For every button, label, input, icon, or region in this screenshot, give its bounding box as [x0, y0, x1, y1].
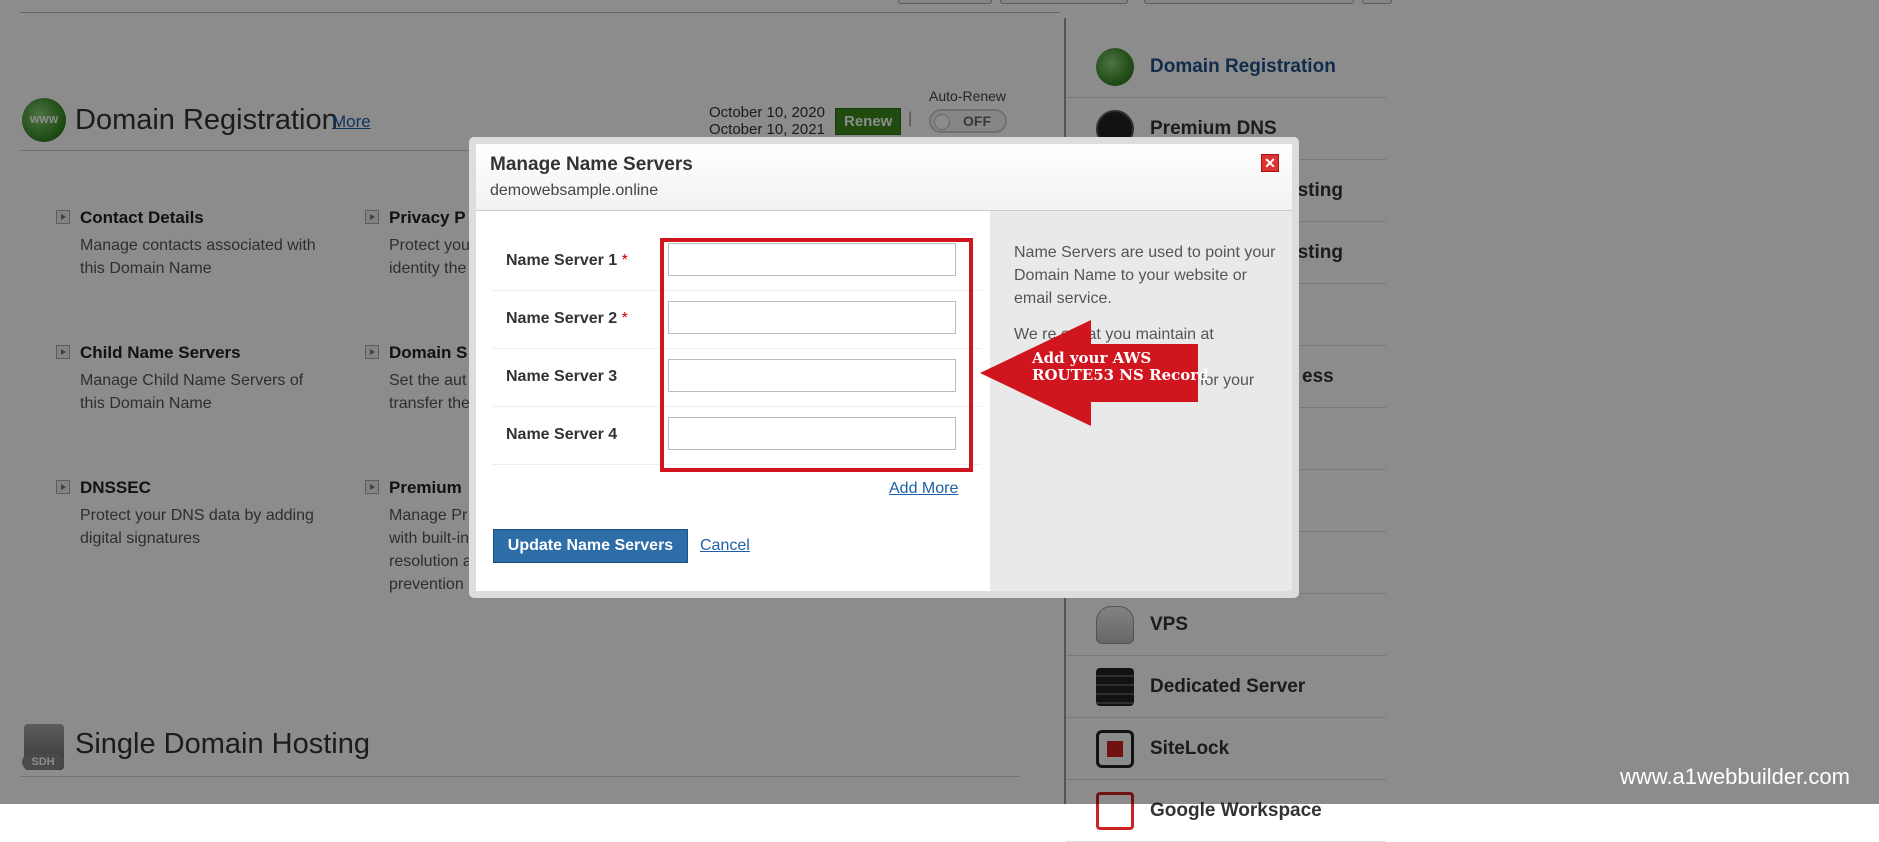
name-server-label: Name Server 3 — [506, 368, 618, 385]
close-icon[interactable]: ✕ — [1261, 154, 1279, 172]
name-server-label: Name Server 2 * — [506, 310, 628, 327]
name-server-label: Name Server 1 * — [506, 252, 628, 269]
update-name-servers-button[interactable]: Update Name Servers — [493, 529, 688, 563]
highlight-frame — [660, 238, 973, 472]
modal-title: Manage Name Servers — [490, 154, 693, 175]
info-text: Name Servers are used to point your Doma… — [1014, 244, 1276, 307]
name-server-label: Name Server 4 — [506, 426, 618, 443]
annotation-text: Add your AWS ROUTE53 NS Record — [1032, 349, 1209, 384]
domain-name: demowebsample.online — [490, 182, 659, 199]
cancel-link[interactable]: Cancel — [700, 537, 750, 555]
modal-header: Manage Name Servers demowebsample.online… — [476, 144, 1292, 211]
watermark: www.a1webbuilder.com — [1620, 764, 1850, 789]
add-more-link[interactable]: Add More — [889, 480, 958, 498]
